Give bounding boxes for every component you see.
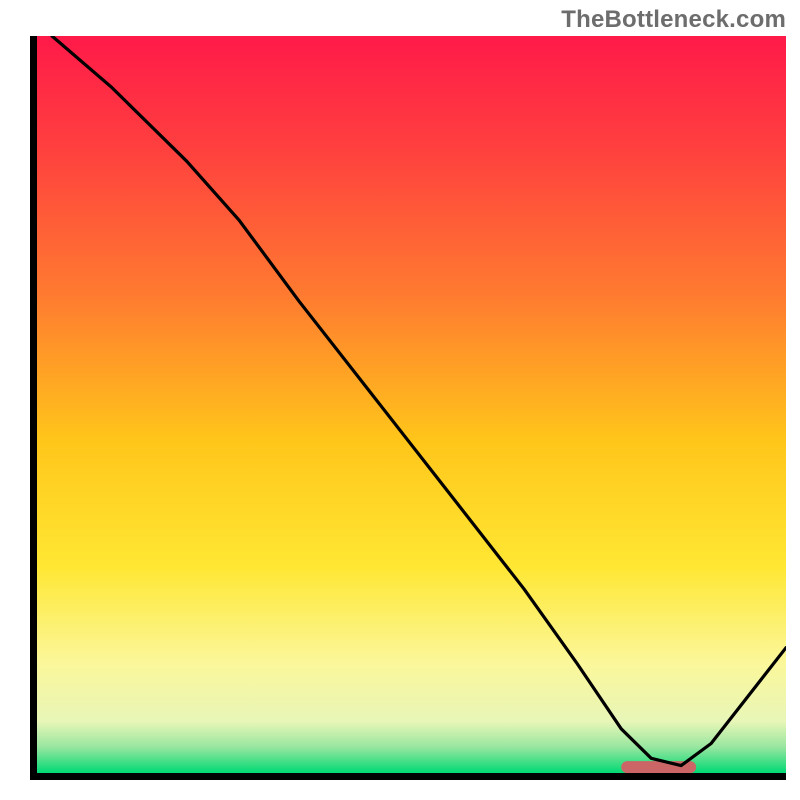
- chart-svg: [30, 36, 786, 780]
- chart-frame: TheBottleneck.com: [0, 0, 800, 800]
- watermark-label: TheBottleneck.com: [561, 6, 786, 34]
- gradient-background: [37, 36, 786, 773]
- x-axis: [30, 773, 786, 780]
- y-axis: [30, 36, 37, 780]
- plot-area: [30, 36, 786, 780]
